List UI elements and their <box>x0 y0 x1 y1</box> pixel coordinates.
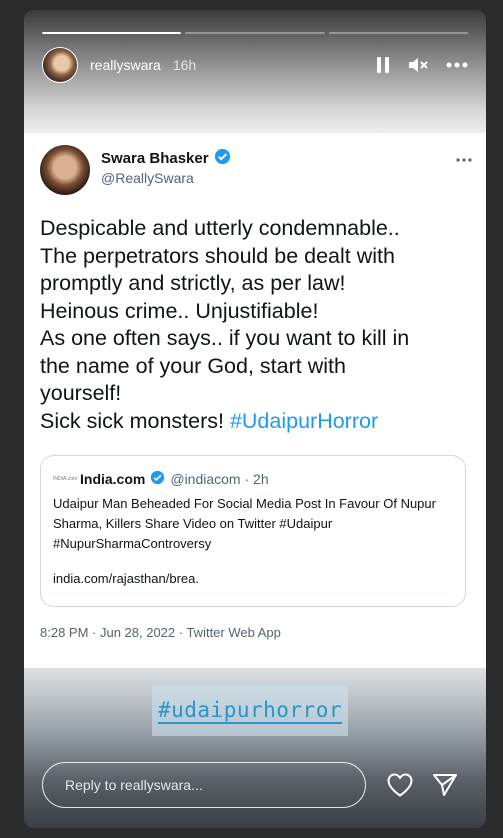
avatar[interactable] <box>40 145 90 195</box>
tweet-timestamp: 8:28 PM · Jun 28, 2022 · Twitter Web App <box>40 625 281 640</box>
pause-icon[interactable] <box>376 56 390 74</box>
more-icon[interactable] <box>446 62 468 68</box>
more-icon[interactable] <box>456 149 472 167</box>
verified-icon <box>214 148 231 169</box>
quoted-tweet-header: INDIA.com India.com @indiacom · 2h <box>53 470 269 488</box>
reply-placeholder: Reply to reallyswara... <box>65 777 203 793</box>
story-progress <box>42 32 468 34</box>
quoted-author-name: India.com <box>80 471 146 487</box>
hashtag-sticker[interactable]: #udaipurhorror <box>152 686 348 736</box>
story-controls <box>376 56 468 74</box>
tweet-line: yourself! <box>40 381 122 405</box>
hashtag-link[interactable]: #UdaipurHorror <box>230 409 378 433</box>
story-header: reallyswara 16h <box>42 47 468 83</box>
quoted-tweet[interactable]: INDIA.com India.com @indiacom · 2h Udaip… <box>40 455 466 607</box>
tweet-line: Sick sick monsters! #UdaipurHorror <box>40 408 470 436</box>
avatar[interactable] <box>42 47 78 83</box>
progress-segment <box>185 32 325 34</box>
india-com-logo: INDIA.com <box>53 476 78 482</box>
tweet-card: Swara Bhasker @ReallySwara Despicable an… <box>24 133 486 668</box>
tweet-line: promptly and strictly, as per law! <box>40 271 346 295</box>
tweet-author-name[interactable]: Swara Bhasker <box>101 148 231 169</box>
heart-icon[interactable] <box>386 772 414 803</box>
progress-segment <box>328 32 468 34</box>
tweet-line: The perpetrators should be dealt with <box>40 243 395 268</box>
quoted-tweet-link[interactable]: india.com/rajasthan/brea. <box>53 571 199 586</box>
tweet-line: As one often says.. if you want to kill … <box>40 326 410 350</box>
tweet-line-text: Sick sick monsters! <box>40 408 230 433</box>
tweet-author-handle[interactable]: @ReallySwara <box>101 170 194 186</box>
hashtag-sticker-text: #udaipurhorror <box>157 698 342 724</box>
story-username[interactable]: reallyswara <box>90 57 161 73</box>
author-name-text: Swara Bhasker <box>101 150 209 167</box>
tweet-line: Despicable and utterly condemnable.. <box>40 216 400 240</box>
tweet-line: the name of your God, start with <box>40 353 346 378</box>
quoted-author-handle: @indiacom · 2h <box>170 471 269 487</box>
verified-icon <box>150 470 165 488</box>
story-viewer: reallyswara 16h Swara Bhasker @ReallySwa… <box>24 10 486 828</box>
progress-segment <box>42 32 182 34</box>
send-icon[interactable] <box>431 772 459 803</box>
reply-input[interactable]: Reply to reallyswara... <box>42 762 366 808</box>
tweet-line: Heinous crime.. Unjustifiable! <box>40 298 319 323</box>
mute-icon[interactable] <box>408 56 428 74</box>
story-time: 16h <box>172 57 197 73</box>
quoted-tweet-text: Udaipur Man Beheaded For Social Media Po… <box>53 496 436 551</box>
tweet-text: Despicable and utterly condemnable.. The… <box>40 215 470 435</box>
